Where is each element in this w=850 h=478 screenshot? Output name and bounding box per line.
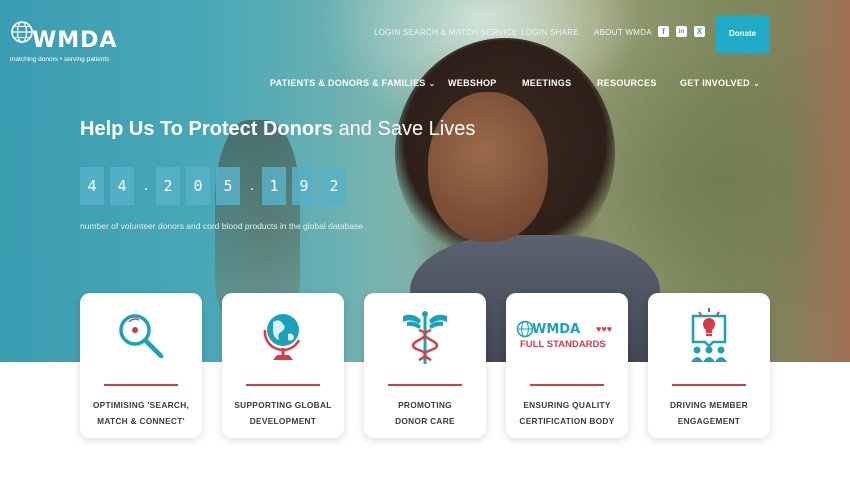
card-icon-wrap bbox=[222, 305, 344, 367]
hero-headline: Help Us To Protect Donors and Save Lives bbox=[80, 118, 475, 141]
linkedin-icon[interactable]: in bbox=[676, 26, 687, 37]
card-label: PROMOTING DONOR CARE bbox=[368, 397, 482, 429]
card-quality-certification[interactable]: WMDA ♥♥♥ FULL STANDARDS ENSURING QUALITY… bbox=[506, 293, 628, 438]
card-label-line2: CERTIFICATION BODY bbox=[519, 416, 615, 426]
card-global-development[interactable]: SUPPORTING GLOBAL DEVELOPMENT bbox=[222, 293, 344, 438]
chevron-down-icon: ⌄ bbox=[752, 79, 760, 88]
counter-caption: number of volunteer donors and cord bloo… bbox=[80, 221, 364, 231]
standards-logo-subtext: FULL STANDARDS bbox=[520, 339, 606, 350]
card-divider bbox=[530, 384, 604, 386]
engagement-icon bbox=[691, 308, 727, 362]
counter-digit: 2 bbox=[156, 167, 180, 205]
x-twitter-icon[interactable]: X bbox=[694, 26, 705, 37]
card-label: DRIVING MEMBER ENGAGEMENT bbox=[652, 397, 766, 429]
card-label-line1: ENSURING QUALITY bbox=[523, 400, 611, 410]
card-label-line1: PROMOTING bbox=[398, 400, 452, 410]
card-donor-care[interactable]: PROMOTING DONOR CARE bbox=[364, 293, 486, 438]
card-member-engagement[interactable]: DRIVING MEMBER ENGAGEMENT bbox=[648, 293, 770, 438]
nav-resources[interactable]: RESOURCES bbox=[597, 78, 657, 88]
caduceus-icon bbox=[403, 311, 447, 364]
counter-digit: 2 bbox=[322, 167, 346, 205]
nav-get-involved[interactable]: GET INVOLVED ⌄ bbox=[680, 78, 760, 88]
counter-digit: 9 bbox=[292, 167, 316, 205]
hearts-icon: ♥♥♥ bbox=[596, 324, 613, 334]
login-share-link[interactable]: LOGIN SHARE bbox=[521, 28, 579, 37]
magnifier-icon bbox=[119, 314, 164, 359]
card-label-line2: MATCH & CONNECT' bbox=[97, 416, 185, 426]
logo-tagline: matching donors • serving patients bbox=[10, 56, 110, 63]
headline-light: and Save Lives bbox=[338, 118, 476, 140]
globe-icon bbox=[263, 314, 301, 360]
counter-separator: . bbox=[249, 177, 255, 194]
card-label-line2: DONOR CARE bbox=[395, 416, 455, 426]
card-label-line1: SUPPORTING GLOBAL bbox=[234, 400, 332, 410]
nav-label: GET INVOLVED bbox=[680, 78, 750, 88]
card-search-match-connect[interactable]: OPTIMISING 'SEARCH, MATCH & CONNECT' bbox=[80, 293, 202, 438]
hero-hiker-figure bbox=[215, 120, 300, 320]
wmda-standards-logo: WMDA ♥♥♥ FULL STANDARDS bbox=[514, 316, 620, 356]
nav-label: WEBSHOP bbox=[448, 78, 497, 88]
wmda-logo[interactable]: WMDA matching donors • serving patients bbox=[10, 18, 135, 68]
card-divider bbox=[246, 384, 320, 386]
counter-digit: 5 bbox=[216, 167, 240, 205]
card-divider bbox=[672, 384, 746, 386]
counter-digit: 4 bbox=[110, 167, 134, 205]
counter-digit: 4 bbox=[80, 167, 104, 205]
card-divider bbox=[388, 384, 462, 386]
donate-button[interactable]: Donate bbox=[715, 15, 770, 53]
card-label-line2: ENGAGEMENT bbox=[677, 416, 741, 426]
login-search-match-link[interactable]: LOGIN SEARCH & MATCH SERVICE bbox=[374, 28, 518, 37]
headline-bold: Help Us To Protect Donors bbox=[80, 118, 333, 140]
counter-digit: 0 bbox=[186, 167, 210, 205]
card-label: SUPPORTING GLOBAL DEVELOPMENT bbox=[226, 397, 340, 429]
standards-logo-text: WMDA bbox=[532, 322, 581, 337]
hero-right-figure bbox=[790, 0, 850, 362]
nav-patients-donors-families[interactable]: PATIENTS & DONORS & FAMILIES ⌄ bbox=[270, 78, 436, 88]
card-icon-wrap bbox=[648, 305, 770, 367]
counter-separator: . bbox=[143, 177, 149, 194]
card-label: OPTIMISING 'SEARCH, MATCH & CONNECT' bbox=[84, 397, 198, 429]
nav-label: MEETINGS bbox=[522, 78, 572, 88]
nav-webshop[interactable]: WEBSHOP bbox=[448, 78, 497, 88]
main-nav: PATIENTS & DONORS & FAMILIES ⌄ WEBSHOP ME… bbox=[0, 78, 850, 90]
card-label: ENSURING QUALITY CERTIFICATION BODY bbox=[510, 397, 624, 429]
card-icon-wrap: WMDA ♥♥♥ FULL STANDARDS bbox=[506, 305, 628, 367]
hero-woman-face bbox=[428, 92, 548, 242]
card-label-line1: OPTIMISING 'SEARCH, bbox=[92, 400, 190, 410]
card-label-line1: DRIVING MEMBER bbox=[670, 400, 748, 410]
card-label-line2: DEVELOPMENT bbox=[249, 416, 317, 426]
chevron-down-icon: ⌄ bbox=[428, 79, 436, 88]
counter-digit: 1 bbox=[262, 167, 286, 205]
facebook-icon[interactable]: f bbox=[658, 26, 669, 37]
nav-label: RESOURCES bbox=[597, 78, 657, 88]
card-icon-wrap bbox=[80, 305, 202, 367]
nav-label: PATIENTS & DONORS & FAMILIES bbox=[270, 78, 426, 88]
about-wmda-link[interactable]: ABOUT WMDA bbox=[594, 28, 652, 37]
card-icon-wrap bbox=[364, 305, 486, 367]
nav-meetings[interactable]: MEETINGS bbox=[522, 78, 571, 88]
card-divider bbox=[104, 384, 178, 386]
